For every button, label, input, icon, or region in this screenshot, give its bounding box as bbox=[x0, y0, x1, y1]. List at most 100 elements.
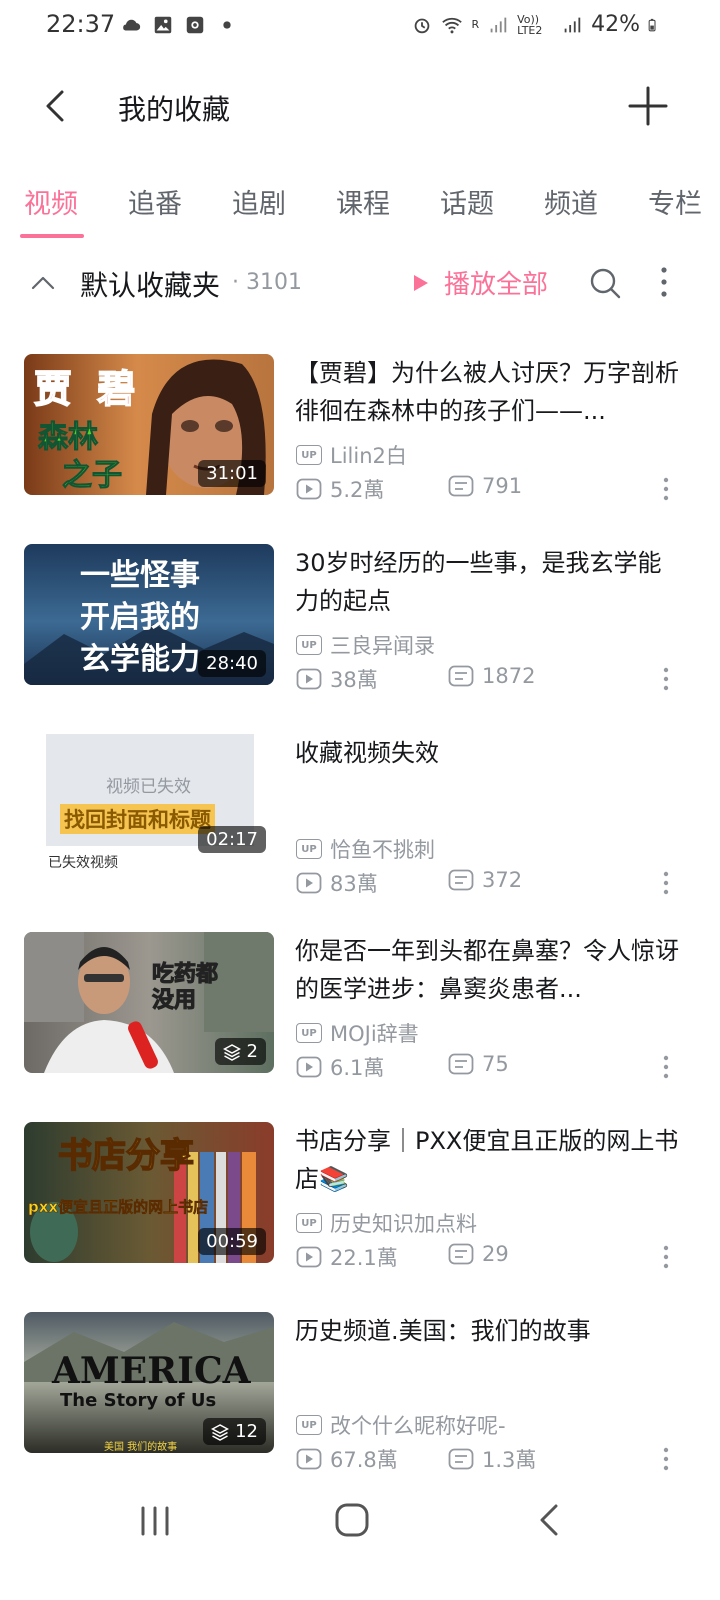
uploader-name: 三良异闻录 bbox=[330, 634, 435, 658]
recent-apps-icon[interactable] bbox=[138, 1504, 172, 1538]
add-button[interactable] bbox=[626, 84, 670, 128]
roaming-label: R bbox=[471, 18, 480, 31]
tab-channels[interactable]: 频道 bbox=[544, 182, 598, 221]
danmaku-count-text: 372 bbox=[482, 868, 523, 892]
back-button[interactable] bbox=[34, 84, 78, 128]
video-title[interactable]: 书店分享｜PXX便宜且正版的网上书店📚 bbox=[295, 1122, 680, 1198]
signal-icon-2 bbox=[564, 17, 581, 32]
play-count-icon bbox=[296, 1246, 322, 1268]
chevron-up-icon[interactable] bbox=[28, 268, 58, 298]
uploader-row[interactable]: UP 三良异闻录 bbox=[296, 630, 435, 660]
more-options-icon[interactable] bbox=[656, 1244, 676, 1270]
uploader-name: 改个什么昵称好呢- bbox=[330, 1414, 506, 1438]
search-icon[interactable] bbox=[588, 266, 622, 300]
view-count: 22.1萬 bbox=[296, 1242, 398, 1272]
view-count: 6.1萬 bbox=[296, 1052, 384, 1082]
battery-icon bbox=[648, 18, 656, 31]
video-title[interactable]: 【贾碧】为什么被人讨厌？万字剖析徘徊在森林中的孩子们——... bbox=[295, 354, 680, 430]
home-icon[interactable] bbox=[334, 1502, 370, 1538]
danmaku-count: 791 bbox=[448, 474, 522, 498]
tab-anime[interactable]: 追番 bbox=[128, 182, 182, 221]
thumbnail-caption: 美国 我们的故事 bbox=[104, 1442, 178, 1453]
danmaku-count: 1.3萬 bbox=[448, 1444, 536, 1474]
header: 我的收藏 bbox=[0, 60, 720, 152]
view-count-text: 5.2萬 bbox=[330, 478, 385, 502]
view-count-text: 6.1萬 bbox=[330, 1056, 385, 1080]
nav-back-icon[interactable] bbox=[536, 1502, 564, 1538]
screen-record-icon bbox=[186, 16, 204, 34]
stats-row: 38萬 1872 bbox=[296, 664, 676, 692]
stats-row: 67.8萬 1.3萬 bbox=[296, 1444, 676, 1472]
view-count: 5.2萬 bbox=[296, 474, 384, 504]
more-options-icon[interactable] bbox=[650, 264, 678, 300]
uploader-row[interactable]: UP 改个什么昵称好呢- bbox=[296, 1410, 506, 1440]
danmaku-count-text: 29 bbox=[482, 1242, 509, 1266]
more-options-icon[interactable] bbox=[656, 870, 676, 896]
video-title[interactable]: 你是否一年到头都在鼻塞？令人惊讶的医学进步：鼻窦炎患者... bbox=[295, 932, 680, 1008]
danmaku-count-text: 75 bbox=[482, 1052, 509, 1076]
view-count: 67.8萬 bbox=[296, 1444, 398, 1474]
duration-badge: 02:17 bbox=[198, 826, 266, 853]
more-options-icon[interactable] bbox=[656, 1054, 676, 1080]
video-thumbnail[interactable]: 视频已失效 找回封面和标题 已失效视频 02:17 bbox=[24, 734, 274, 875]
thumbnail-caption: 贾 碧 bbox=[33, 366, 142, 412]
view-count-text: 38萬 bbox=[330, 668, 378, 692]
episode-count: 12 bbox=[235, 1421, 258, 1442]
notification-icons bbox=[120, 14, 238, 36]
dot-icon bbox=[223, 21, 231, 29]
volte-label: Vo)) LTE2 bbox=[517, 12, 543, 37]
video-item[interactable]: 书店分享 pxx便宜且正版的网上书店 00:59 书店分享｜PXX便宜且正版的网… bbox=[0, 1108, 720, 1298]
uploader-row[interactable]: UP Lilin2白 bbox=[296, 440, 407, 470]
tab-video[interactable]: 视频 bbox=[24, 182, 78, 221]
play-icon bbox=[414, 274, 428, 291]
thumbnail-caption: 开启我的 bbox=[80, 600, 200, 635]
thumbnail-caption: 之子 bbox=[62, 458, 123, 494]
folder-name[interactable]: 默认收藏夹 bbox=[80, 264, 220, 304]
play-count-icon bbox=[296, 668, 322, 690]
folder-bar: 默认收藏夹 · 3101 播放全部 bbox=[0, 250, 720, 316]
thumbnail-caption: 玄学能力 bbox=[80, 642, 200, 677]
tab-topics[interactable]: 话题 bbox=[440, 182, 494, 221]
uploader-row[interactable]: UP 历史知识加点料 bbox=[296, 1208, 477, 1238]
thumbnail-caption: 已失效视频 bbox=[48, 855, 118, 871]
duration-badge: 2 bbox=[214, 1038, 266, 1065]
video-thumbnail[interactable]: 书店分享 pxx便宜且正版的网上书店 00:59 bbox=[24, 1122, 274, 1263]
thumbnail-caption: The Story of Us bbox=[60, 1390, 217, 1411]
category-tabs: 视频 追番 追剧 课程 话题 频道 专栏 bbox=[0, 170, 720, 240]
tab-articles[interactable]: 专栏 bbox=[648, 182, 702, 221]
danmaku-icon bbox=[448, 869, 474, 891]
danmaku-icon bbox=[448, 1053, 474, 1075]
cloud-icon bbox=[123, 19, 141, 31]
video-title[interactable]: 历史频道.美国：我们的故事 bbox=[295, 1312, 680, 1350]
tab-courses[interactable]: 课程 bbox=[336, 182, 390, 221]
duration-badge: 31:01 bbox=[198, 460, 266, 487]
video-item[interactable]: 视频已失效 找回封面和标题 已失效视频 02:17 收藏视频失效 UP 恰鱼不挑… bbox=[0, 720, 720, 910]
video-thumbnail[interactable]: 吃药都 没用 2 bbox=[24, 932, 274, 1073]
video-thumbnail[interactable]: AMERICA The Story of Us 美国 我们的故事 12 bbox=[24, 1312, 274, 1453]
uploader-name: 历史知识加点料 bbox=[330, 1212, 477, 1236]
more-options-icon[interactable] bbox=[656, 1446, 676, 1472]
tab-drama[interactable]: 追剧 bbox=[232, 182, 286, 221]
video-thumbnail[interactable]: 贾 碧 森林 之子 31:01 bbox=[24, 354, 274, 495]
wifi-icon bbox=[442, 17, 463, 33]
video-item[interactable]: 吃药都 没用 2 你是否一年到头都在鼻塞？令人惊讶的医学进步：鼻窦炎患者... … bbox=[0, 918, 720, 1108]
thumbnail-caption: 视频已失效 bbox=[106, 777, 191, 797]
danmaku-count-text: 1.3萬 bbox=[482, 1448, 537, 1472]
video-title[interactable]: 收藏视频失效 bbox=[295, 734, 680, 772]
uploader-row[interactable]: UP MOJi辞書 bbox=[296, 1018, 419, 1048]
video-item[interactable]: AMERICA The Story of Us 美国 我们的故事 12 历史频道… bbox=[0, 1298, 720, 1488]
video-title[interactable]: 30岁时经历的一些事，是我玄学能力的起点 bbox=[295, 544, 680, 620]
video-item[interactable]: 一些怪事 开启我的 玄学能力 28:40 30岁时经历的一些事，是我玄学能力的起… bbox=[0, 530, 720, 720]
up-badge-icon: UP bbox=[296, 1023, 322, 1043]
up-badge-icon: UP bbox=[296, 1415, 322, 1435]
thumbnail-caption: 书店分享 bbox=[57, 1135, 195, 1177]
uploader-row[interactable]: UP 恰鱼不挑刺 bbox=[296, 834, 435, 864]
danmaku-count-text: 1872 bbox=[482, 664, 536, 688]
more-options-icon[interactable] bbox=[656, 476, 676, 502]
video-thumbnail[interactable]: 一些怪事 开启我的 玄学能力 28:40 bbox=[24, 544, 274, 685]
play-all-button[interactable]: 播放全部 bbox=[412, 264, 548, 301]
uploader-name: 恰鱼不挑刺 bbox=[330, 838, 435, 862]
page-title: 我的收藏 bbox=[118, 93, 231, 126]
more-options-icon[interactable] bbox=[656, 666, 676, 692]
video-item[interactable]: 贾 碧 森林 之子 31:01 【贾碧】为什么被人讨厌？万字剖析徘徊在森林中的孩… bbox=[0, 340, 720, 530]
